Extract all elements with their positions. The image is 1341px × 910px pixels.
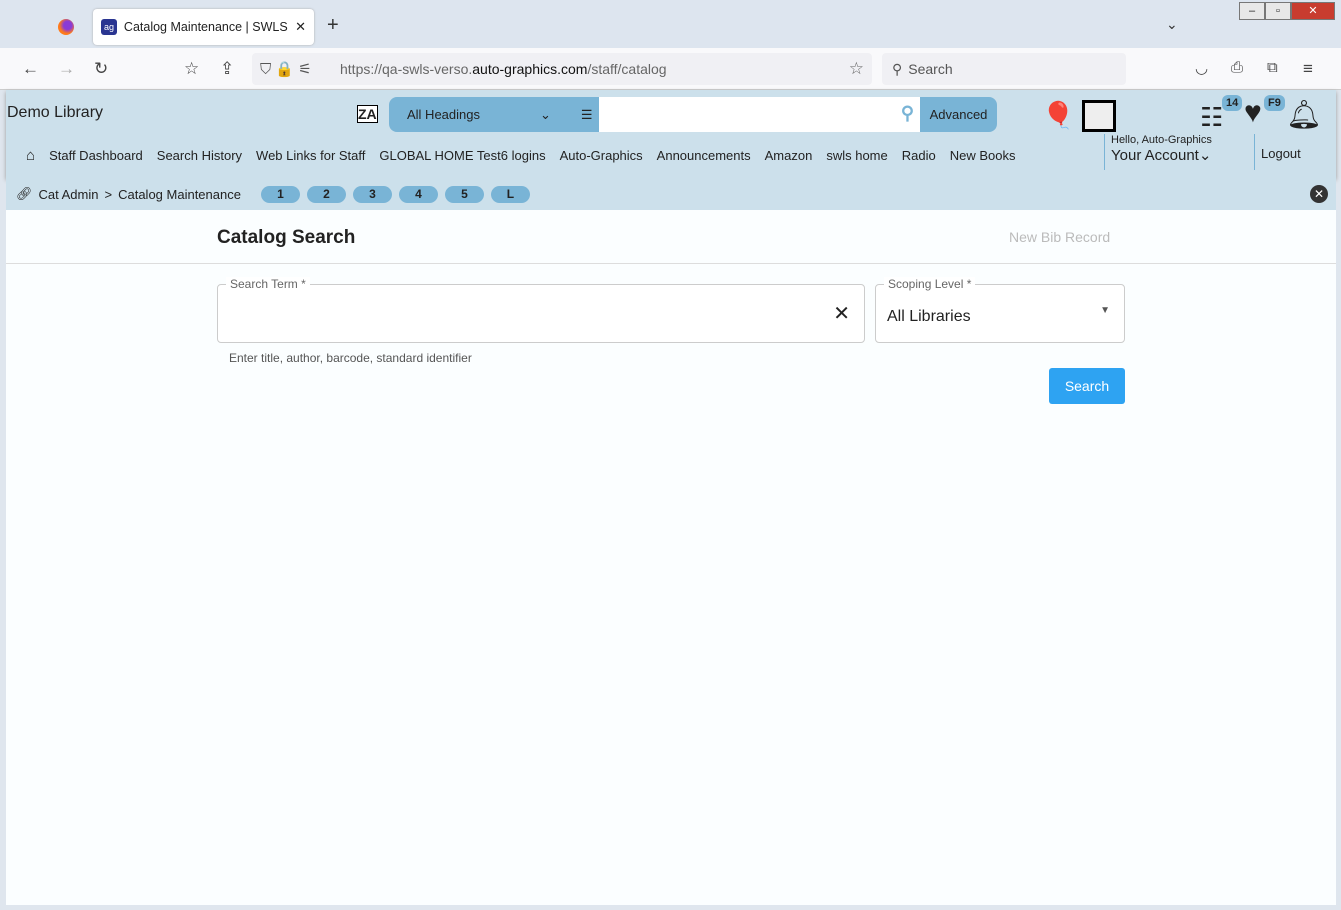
page-title: Catalog Search bbox=[217, 227, 356, 248]
url-prefix: https://qa-swls-verso. bbox=[340, 61, 473, 77]
chevron-down-icon: ⌄ bbox=[1198, 147, 1212, 164]
site-favicon-icon: ag bbox=[101, 19, 117, 35]
shield-lock-icon: ⛉ 🔒 ⚟ bbox=[260, 61, 312, 78]
tab-list-chevron-icon[interactable]: ⌄ bbox=[1166, 16, 1178, 33]
balloon-icon[interactable]: 🎈 bbox=[1042, 100, 1074, 131]
home-icon[interactable]: ⌂ bbox=[26, 147, 35, 164]
quick-tab-l[interactable]: L bbox=[490, 185, 530, 203]
account-label: Your Account bbox=[1111, 147, 1199, 164]
quick-tab-2[interactable]: 2 bbox=[306, 185, 346, 203]
search-bar: All Headings ⌄ ☰ ⚲ Advanced bbox=[389, 97, 997, 132]
scoping-level-label: Scoping Level * bbox=[884, 277, 976, 291]
library-name: Demo Library bbox=[7, 104, 104, 121]
url-path: /staff/catalog bbox=[587, 61, 667, 77]
nav-link[interactable]: GLOBAL HOME Test6 logins bbox=[379, 148, 545, 163]
browser-tab-bar: ag Catalog Maintenance | SWLS | SWLS ✕ +… bbox=[0, 0, 1341, 48]
nav-links: ⌂ Staff Dashboard Search History Web Lin… bbox=[26, 147, 1015, 164]
scoping-level-select[interactable]: Scoping Level * All Libraries ▼ bbox=[875, 277, 1125, 343]
url-bar[interactable]: ⛉ 🔒 ⚟ https://qa-swls-verso. auto-graphic… bbox=[252, 53, 872, 85]
list-badge: 14 bbox=[1222, 95, 1243, 111]
heading-select-value: All Headings bbox=[407, 107, 480, 122]
heart-icon[interactable]: ♥ bbox=[1244, 96, 1262, 130]
browser-search[interactable]: ⚲ Search bbox=[882, 53, 1126, 85]
breadcrumb-separator: > bbox=[104, 186, 113, 202]
scoping-level-value: All Libraries bbox=[887, 308, 971, 325]
forward-icon[interactable]: → bbox=[58, 59, 75, 79]
nav-link[interactable]: Auto-Graphics bbox=[560, 148, 643, 163]
heading-select[interactable]: All Headings ⌄ ☰ bbox=[389, 97, 599, 132]
browser-tab[interactable]: ag Catalog Maintenance | SWLS | SWLS ✕ bbox=[93, 9, 314, 45]
nav-link[interactable]: New Books bbox=[950, 148, 1016, 163]
browser-nav-bar: ← → ↻ ☆ ⇪ ⛉ 🔒 ⚟ https://qa-swls-verso. au… bbox=[0, 48, 1341, 90]
star-icon[interactable]: ☆ bbox=[849, 59, 864, 79]
az-browse-icon[interactable]: ZA bbox=[357, 105, 378, 123]
new-bib-record-button[interactable]: New Bib Record bbox=[1009, 229, 1110, 245]
breadcrumb-current: Catalog Maintenance bbox=[118, 186, 241, 202]
search-term-label: Search Term * bbox=[226, 277, 310, 291]
search-button[interactable]: Search bbox=[1049, 368, 1125, 404]
print-icon[interactable]: ⎙ bbox=[1231, 59, 1243, 76]
app-header: Demo Library ZA All Headings ⌄ ☰ ⚲ Advance… bbox=[6, 90, 1336, 178]
nav-link[interactable]: Announcements bbox=[657, 148, 751, 163]
extensions-icon[interactable]: ⧉ bbox=[1267, 59, 1278, 76]
list-icon[interactable]: ☷ bbox=[1200, 102, 1223, 133]
share-icon[interactable]: ⇪ bbox=[220, 59, 234, 79]
hello-text: Hello, Auto-Graphics bbox=[1111, 134, 1212, 146]
breadcrumb-root[interactable]: Cat Admin bbox=[39, 187, 99, 202]
page: Demo Library ZA All Headings ⌄ ☰ ⚲ Advance… bbox=[6, 90, 1336, 905]
quick-tab-4[interactable]: 4 bbox=[398, 185, 438, 203]
catalog-search-icon[interactable] bbox=[1082, 100, 1116, 132]
quick-tab-5[interactable]: 5 bbox=[444, 185, 484, 203]
bell-icon[interactable]: 🔔︎ bbox=[1286, 98, 1322, 131]
favorites-badge: F9 bbox=[1264, 95, 1285, 111]
nav-link[interactable]: Staff Dashboard bbox=[49, 148, 143, 163]
back-icon[interactable]: ← bbox=[22, 59, 39, 79]
nav-link[interactable]: Radio bbox=[902, 148, 936, 163]
quick-tab-3[interactable]: 3 bbox=[352, 185, 392, 203]
chevron-down-icon: ⌄ bbox=[540, 106, 551, 122]
maximize-button[interactable]: ▫ bbox=[1265, 2, 1291, 20]
close-icon[interactable]: ✕ bbox=[1310, 185, 1328, 203]
tab-title: Catalog Maintenance | SWLS | SWLS bbox=[123, 20, 288, 34]
search-icon: ⚲ bbox=[892, 60, 903, 77]
clear-icon[interactable]: ✕ bbox=[833, 301, 850, 326]
nav-link[interactable]: Search History bbox=[157, 148, 242, 163]
search-term-field[interactable]: Search Term * ✕ bbox=[217, 277, 865, 343]
new-tab-button[interactable]: + bbox=[327, 14, 339, 37]
database-icon[interactable]: ☰ bbox=[581, 107, 593, 123]
breadcrumb: 🔗︎ Cat Admin > Catalog Maintenance 1 2 3… bbox=[6, 178, 1336, 210]
nav-link[interactable]: Amazon bbox=[765, 148, 813, 163]
menu-icon[interactable]: ≡ bbox=[1303, 59, 1313, 79]
caret-down-icon: ▼ bbox=[1100, 305, 1110, 316]
browser-search-placeholder: Search bbox=[908, 61, 953, 77]
pocket-icon[interactable]: ◡ bbox=[1195, 59, 1208, 77]
link-icon: 🔗︎ bbox=[16, 186, 33, 201]
advanced-button[interactable]: Advanced bbox=[920, 97, 997, 132]
divider bbox=[6, 263, 1336, 264]
search-icon[interactable]: ⚲ bbox=[901, 103, 914, 124]
close-tab-icon[interactable]: ✕ bbox=[295, 19, 306, 35]
search-term-help: Enter title, author, barcode, standard i… bbox=[229, 351, 472, 365]
firefox-icon[interactable] bbox=[58, 19, 74, 35]
url-domain: auto-graphics.com bbox=[472, 61, 588, 77]
reload-icon[interactable]: ↻ bbox=[94, 59, 108, 79]
account-menu[interactable]: Hello, Auto-Graphics Your Account⌄ bbox=[1104, 134, 1212, 170]
header-search-input[interactable]: ⚲ bbox=[599, 97, 920, 132]
logout-link[interactable]: Logout bbox=[1254, 134, 1301, 170]
minimize-button[interactable]: – bbox=[1239, 2, 1265, 20]
quick-tab-1[interactable]: 1 bbox=[260, 185, 300, 203]
nav-link[interactable]: Web Links for Staff bbox=[256, 148, 365, 163]
nav-link[interactable]: swls home bbox=[826, 148, 887, 163]
close-window-button[interactable]: ✕ bbox=[1291, 2, 1335, 20]
bookmark-icon[interactable]: ☆ bbox=[184, 59, 199, 79]
